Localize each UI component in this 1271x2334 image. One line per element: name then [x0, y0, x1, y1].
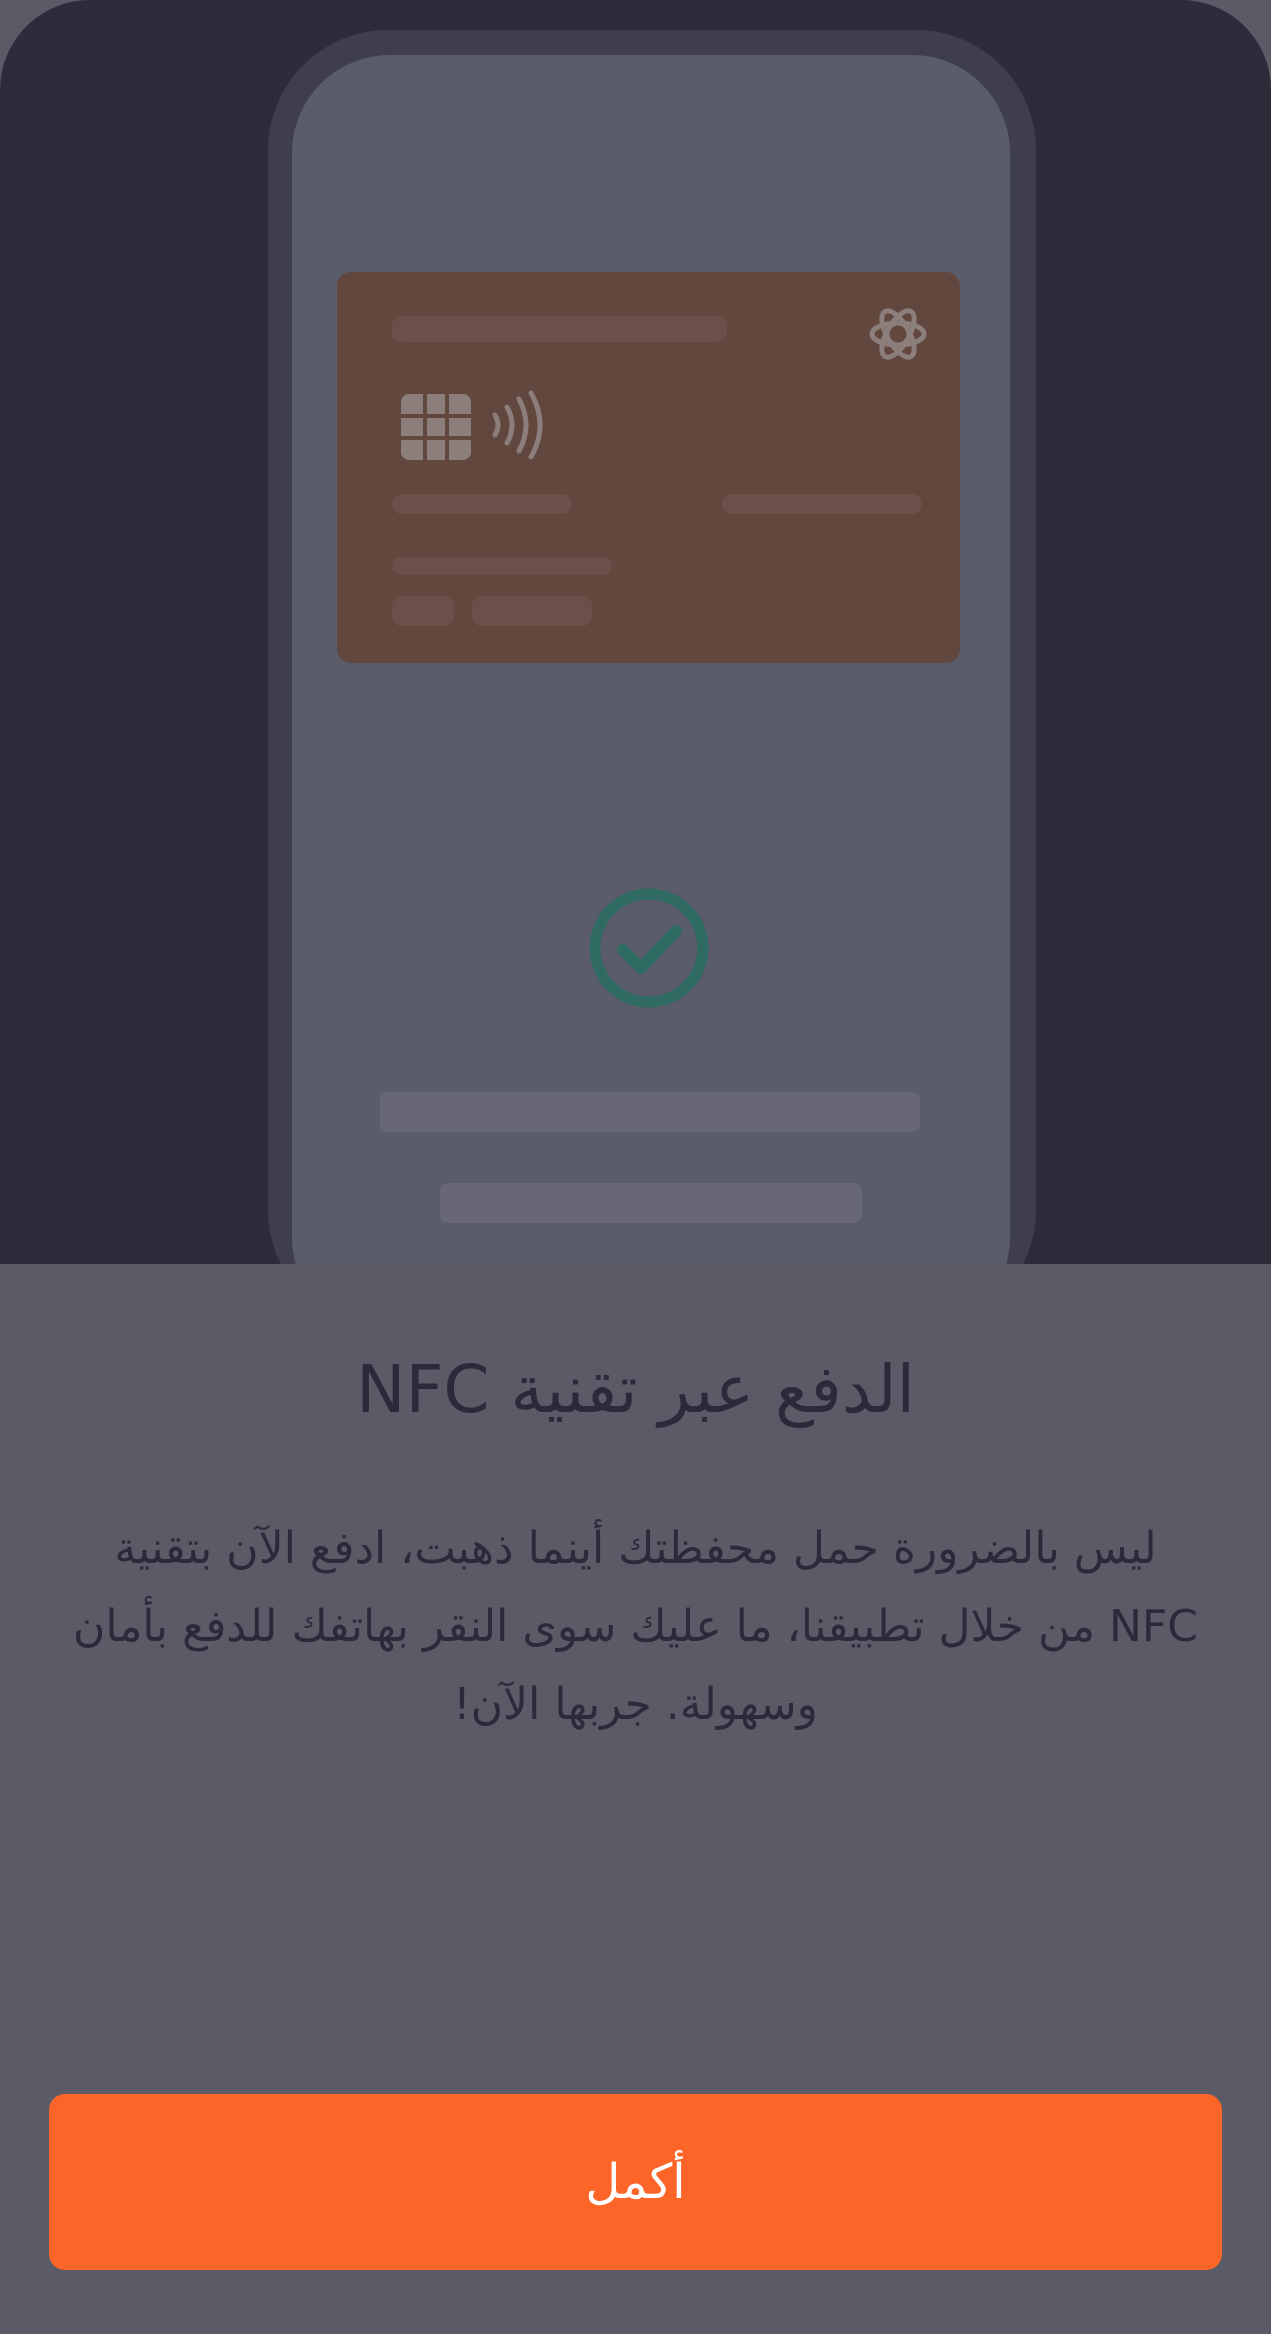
nfc-onboarding-screen: الدفع عبر تقنية NFC ليس بالضرورة حمل محف…	[0, 0, 1271, 2334]
brand-logo-icon	[869, 308, 927, 360]
text-placeholder	[380, 1092, 920, 1132]
continue-button[interactable]: أكمل	[49, 2094, 1222, 2270]
card-cvv-placeholder	[472, 596, 592, 626]
card-chip-icon	[401, 394, 471, 460]
check-circle-icon	[589, 888, 709, 1008]
card-number-placeholder	[392, 494, 572, 514]
card-holder-placeholder	[392, 557, 612, 575]
payment-card	[337, 272, 960, 663]
card-name-placeholder	[392, 316, 727, 342]
card-expiry-placeholder	[392, 596, 454, 626]
contactless-icon	[492, 390, 543, 460]
text-placeholder	[440, 1183, 862, 1223]
page-description: ليس بالضرورة حمل محفظتك أينما ذهبت، ادفع…	[73, 1523, 1198, 1730]
illustration	[0, 0, 1271, 1264]
card-number-placeholder	[722, 494, 922, 514]
page-title: الدفع عبر تقنية NFC	[356, 1351, 915, 1428]
